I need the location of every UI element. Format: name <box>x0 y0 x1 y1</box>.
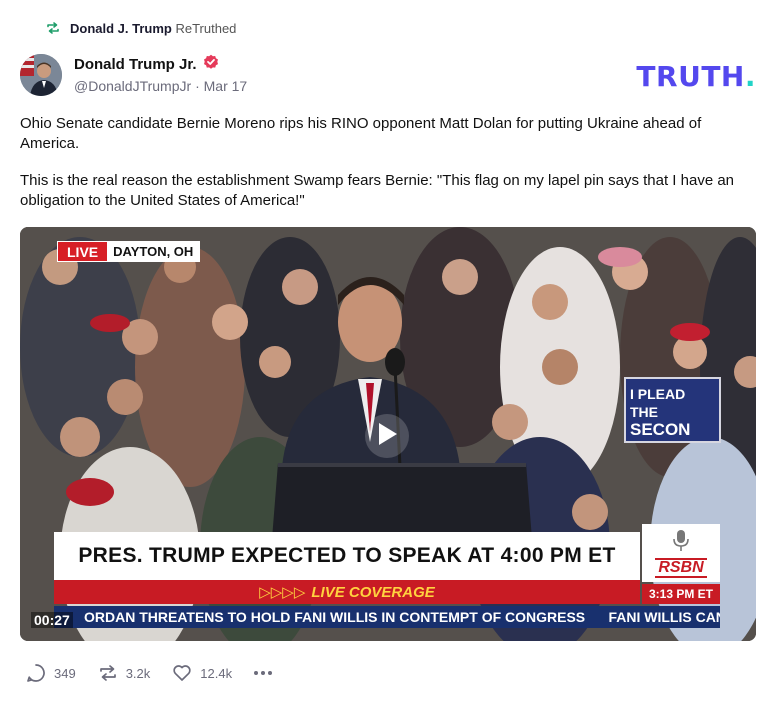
truth-logo[interactable]: TRUTH. <box>636 60 756 93</box>
post-date[interactable]: Mar 17 <box>204 78 248 94</box>
author-name[interactable]: Donald Trump Jr. <box>74 56 197 73</box>
post-paragraph: Ohio Senate candidate Bernie Moreno rips… <box>20 115 702 152</box>
meta-separator: · <box>195 78 200 94</box>
sign-line-2: SECON <box>630 420 691 439</box>
network-name: RSBN <box>655 558 707 578</box>
post-actions: 349 3.2k 12.4k <box>26 662 273 684</box>
post-body: Ohio Senate candidate Bernie Moreno rips… <box>20 114 760 228</box>
like-button[interactable]: 12.4k <box>172 663 232 683</box>
logo-dot: . <box>744 60 756 93</box>
heart-icon <box>172 663 192 683</box>
author-block: Donald Trump Jr. @DonaldJTrumpJr · Mar 1… <box>74 54 247 94</box>
retruth-count: 3.2k <box>125 665 151 681</box>
coverage-arrows: ▷▷▷▷ <box>259 584 306 601</box>
logo-text: TRUTH <box>636 60 745 93</box>
play-button[interactable] <box>365 414 409 458</box>
live-label: LIVE <box>58 242 108 261</box>
microphone-icon <box>670 529 692 558</box>
retruth-icon <box>98 663 118 683</box>
ticker-text: ORDAN THREATENS TO HOLD FANI WILLIS IN C… <box>84 609 720 625</box>
retruth-label: Donald J. Trump ReTruthed <box>70 21 236 36</box>
play-icon <box>376 422 398 451</box>
post-paragraph: This is the real reason the establishmen… <box>20 172 735 209</box>
retruth-action: ReTruthed <box>175 20 237 36</box>
reply-count: 349 <box>54 665 76 681</box>
video-duration: 00:27 <box>31 612 73 628</box>
video-player[interactable]: LIVE DAYTON, OH I PLEAD THE SECON PRES. … <box>20 227 756 641</box>
news-ticker: ORDAN THREATENS TO HOLD FANI WILLIS IN C… <box>54 606 720 628</box>
retruth-header: Donald J. Trump ReTruthed <box>46 18 236 38</box>
network-logo: RSBN <box>642 524 720 582</box>
author-meta: @DonaldJTrumpJr · Mar 17 <box>74 78 247 94</box>
retruth-button[interactable]: 3.2k <box>98 663 151 683</box>
broadcast-clock: 3:13 PM ET <box>642 584 720 604</box>
avatar[interactable] <box>20 54 62 96</box>
coverage-bar: ▷▷▷▷ LIVE COVERAGE <box>54 580 640 604</box>
reply-button[interactable]: 349 <box>26 663 76 683</box>
verified-badge-icon <box>203 54 219 75</box>
broadcast-headline: PRES. TRUMP EXPECTED TO SPEAK AT 4:00 PM… <box>54 532 640 580</box>
sign-line-1: I PLEAD THE <box>630 386 686 420</box>
coverage-label: LIVE COVERAGE <box>311 583 435 601</box>
reply-icon <box>26 663 46 683</box>
retruth-user[interactable]: Donald J. Trump <box>70 21 172 36</box>
like-count: 12.4k <box>200 665 233 681</box>
author-handle[interactable]: @DonaldJTrumpJr <box>74 78 191 94</box>
retruth-icon <box>46 21 60 35</box>
live-location: DAYTON, OH <box>107 242 200 261</box>
crowd-sign: I PLEAD THE SECON <box>624 377 721 443</box>
more-icon[interactable] <box>254 663 273 683</box>
live-badge: LIVE DAYTON, OH <box>57 241 201 262</box>
